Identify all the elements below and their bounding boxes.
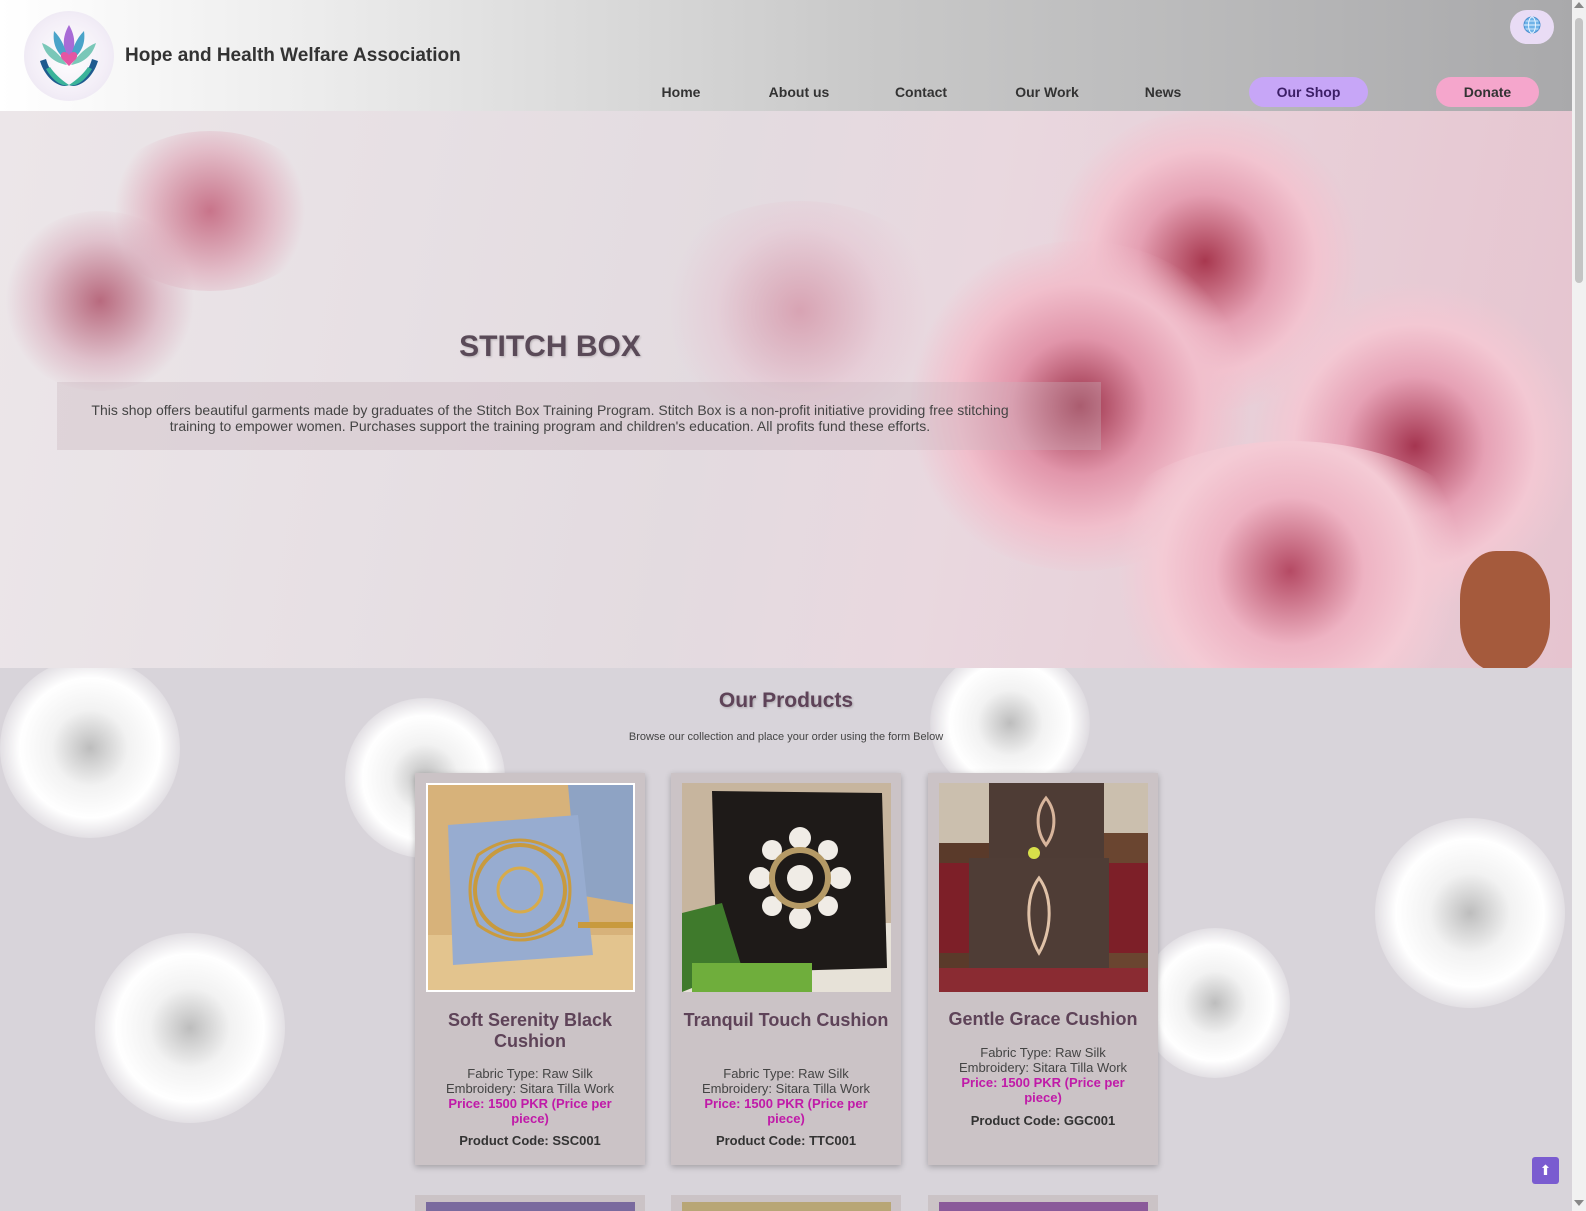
blossom-blur-left-2 <box>0 211 200 391</box>
white-flower-decoration <box>1375 818 1565 1008</box>
product-card[interactable]: Tranquil Touch Cushion Fabric Type: Raw … <box>671 773 901 1165</box>
product-embroidery: Embroidery: Sitara Tilla Work <box>701 1081 871 1096</box>
product-image[interactable] <box>939 783 1148 992</box>
hero-description: This shop offers beautiful garments made… <box>91 402 1009 434</box>
product-card[interactable]: Gentle Grace Cushion Fabric Type: Raw Si… <box>928 773 1158 1165</box>
scroll-down-arrow-icon[interactable] <box>1574 1200 1584 1206</box>
product-name: Soft Serenity Black Cushion <box>447 1010 613 1051</box>
product-code: Product Code: TTC001 <box>715 1133 857 1148</box>
product-card-partial[interactable] <box>415 1195 645 1211</box>
nav-news[interactable]: News <box>1134 77 1192 107</box>
product-image[interactable] <box>426 783 635 992</box>
product-fabric: Fabric Type: Raw Silk <box>723 1066 849 1081</box>
scrollbar-thumb[interactable] <box>1575 18 1583 283</box>
hero-title: STITCH BOX <box>459 330 641 363</box>
white-flower-decoration <box>1140 928 1290 1078</box>
nav-about-us[interactable]: About us <box>758 77 840 107</box>
product-fabric: Fabric Type: Raw Silk <box>980 1045 1106 1060</box>
product-card-partial[interactable] <box>671 1195 901 1211</box>
nav-home[interactable]: Home <box>648 77 714 107</box>
product-image-partial <box>939 1202 1148 1211</box>
product-image-partial <box>682 1202 891 1211</box>
product-name: Tranquil Touch Cushion <box>683 1010 889 1030</box>
nav-our-shop[interactable]: Our Shop <box>1249 77 1368 107</box>
nav-our-work[interactable]: Our Work <box>1008 77 1086 107</box>
product-code: Product Code: SSC001 <box>459 1133 601 1148</box>
site-name[interactable]: Hope and Health Welfare Association <box>125 45 461 67</box>
product-fabric: Fabric Type: Raw Silk <box>467 1066 593 1081</box>
product-code: Product Code: GGC001 <box>970 1113 1116 1128</box>
product-image[interactable] <box>682 783 891 992</box>
products-title: Our Products <box>718 689 854 712</box>
product-price: Price: 1500 PKR (Price per piece) <box>961 1075 1125 1105</box>
nav-contact[interactable]: Contact <box>886 77 956 107</box>
scroll-up-arrow-icon[interactable] <box>1574 2 1584 8</box>
back-to-top-button[interactable]: ⬆ <box>1532 1157 1559 1184</box>
product-embroidery: Embroidery: Sitara Tilla Work <box>958 1060 1128 1075</box>
arrow-up-icon: ⬆ <box>1539 1162 1552 1178</box>
vase-shape <box>1460 551 1550 668</box>
donate-button[interactable]: Donate <box>1436 77 1539 107</box>
product-price: Price: 1500 PKR (Price per piece) <box>704 1096 868 1126</box>
product-name: Gentle Grace Cushion <box>948 1009 1138 1029</box>
globe-icon <box>1523 16 1541 39</box>
products-subtitle: Browse our collection and place your ord… <box>628 731 944 743</box>
site-header: Hope and Health Welfare Association Home… <box>0 0 1572 111</box>
product-embroidery: Embroidery: Sitara Tilla Work <box>445 1081 615 1096</box>
product-image-partial <box>426 1202 635 1211</box>
language-button[interactable] <box>1510 10 1554 44</box>
product-card-partial[interactable] <box>928 1195 1158 1211</box>
lotus-logo-icon[interactable] <box>24 11 114 101</box>
product-card[interactable]: Soft Serenity Black Cushion Fabric Type:… <box>415 773 645 1165</box>
product-price: Price: 1500 PKR (Price per piece) <box>448 1096 612 1126</box>
white-flower-decoration <box>95 933 285 1123</box>
